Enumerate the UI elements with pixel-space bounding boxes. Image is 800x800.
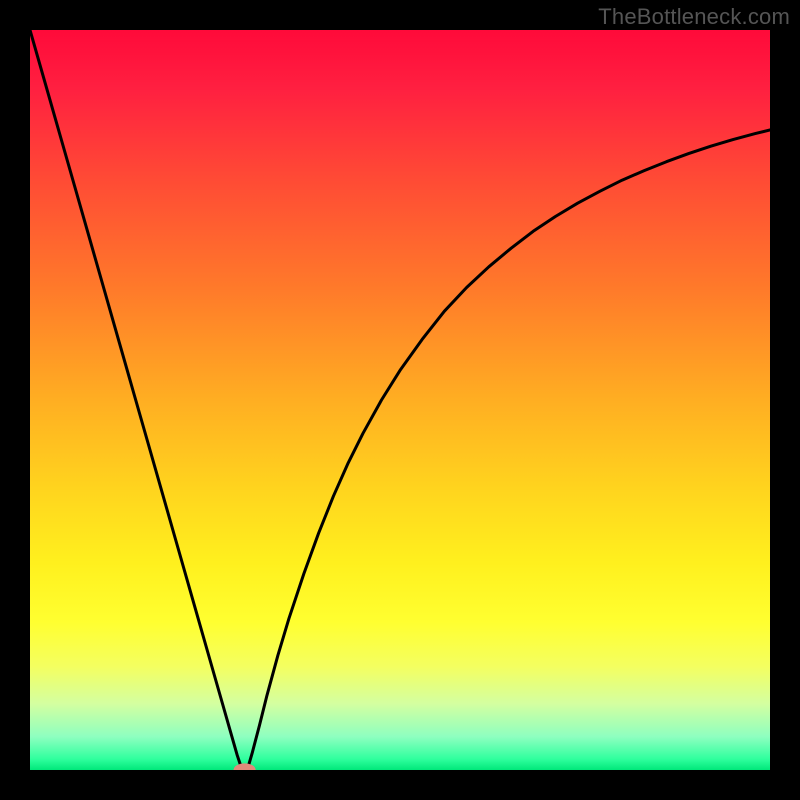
bottleneck-chart bbox=[30, 30, 770, 770]
chart-frame: TheBottleneck.com bbox=[0, 0, 800, 800]
gradient-background bbox=[30, 30, 770, 770]
watermark-text: TheBottleneck.com bbox=[598, 4, 790, 30]
